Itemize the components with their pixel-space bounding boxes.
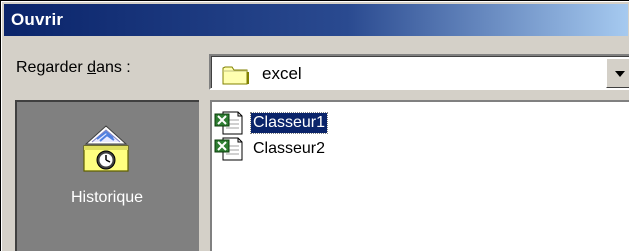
dropdown-arrow-button[interactable] (606, 58, 629, 88)
look-in-value: excel (262, 64, 302, 83)
excel-workbook-icon (214, 111, 243, 135)
folder-icon (222, 66, 249, 85)
chevron-down-icon (615, 71, 625, 77)
title-bar[interactable]: Ouvrir (4, 4, 628, 36)
look-in-label: Regarder dans : (16, 59, 131, 77)
open-dialog: Ouvrir Regarder dans : excel Historique … (1, 1, 629, 251)
excel-workbook-icon (214, 137, 243, 161)
look-in-dropdown-field[interactable]: excel (211, 56, 629, 88)
look-in-label-accelerator: d (87, 59, 97, 76)
file-name: Classeur1 (249, 112, 329, 134)
look-in-dropdown[interactable]: excel (209, 54, 629, 90)
places-item-history[interactable]: Historique (17, 102, 197, 251)
file-list[interactable]: Classeur1 Classeur2 (210, 100, 629, 251)
history-icon (83, 125, 129, 172)
window-title: Ouvrir (11, 10, 64, 29)
places-item-label: Historique (70, 189, 144, 206)
file-name: Classeur2 (253, 140, 326, 157)
look-in-label-suffix: ans : (96, 59, 131, 76)
places-bar: Historique (15, 100, 199, 251)
look-in-label-prefix: Regarder (16, 59, 88, 76)
